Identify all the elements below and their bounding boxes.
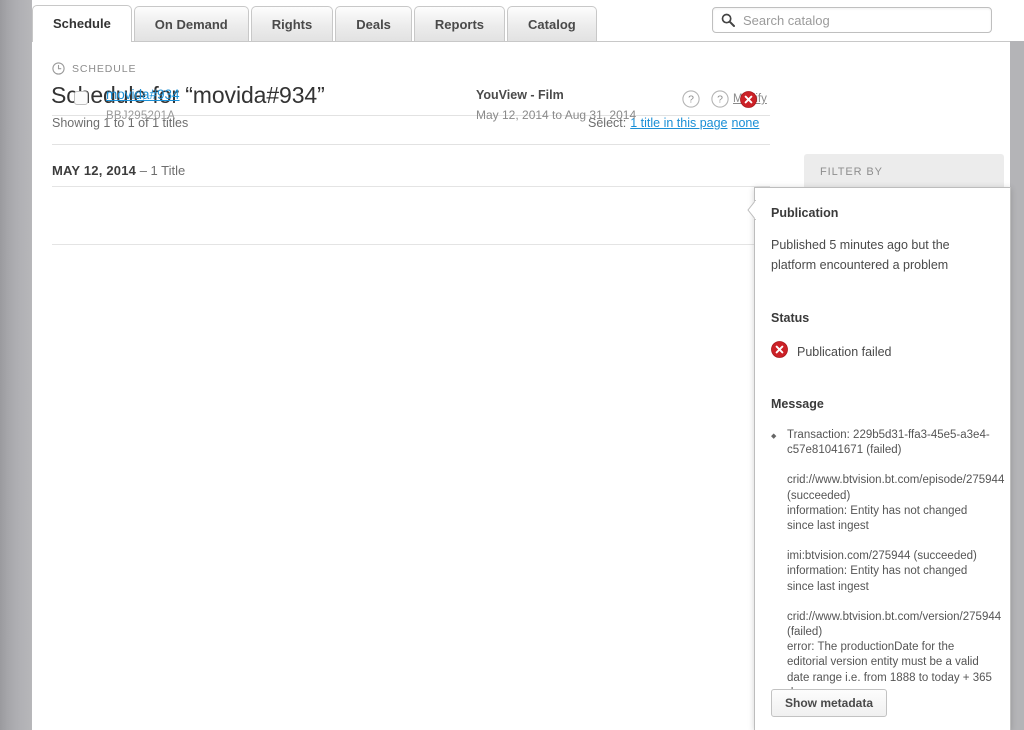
tab-reports[interactable]: Reports — [413, 6, 506, 41]
tab-schedule-label: Schedule — [53, 16, 111, 31]
list-top-divider — [52, 144, 770, 145]
tab-rights[interactable]: Rights — [250, 6, 334, 41]
breadcrumb-label: SCHEDULE — [72, 62, 137, 75]
list-item: Transaction: 229b5d31-ffa3-45e5-a3e4-c57… — [771, 428, 993, 458]
popover-arrow — [747, 199, 757, 221]
tab-catalog[interactable]: Catalog — [507, 6, 597, 41]
row-title-link[interactable]: movida#934 — [106, 87, 180, 102]
error-circle-icon[interactable] — [740, 90, 757, 108]
message-line: information: Entity has not changed sinc… — [787, 565, 968, 593]
date-group-date: MAY 12, 2014 — [52, 163, 137, 178]
search-box[interactable] — [712, 7, 992, 33]
svg-text:?: ? — [688, 94, 694, 106]
message-line: information: Entity has not changed sinc… — [787, 504, 968, 533]
error-circle-icon-status — [771, 341, 788, 363]
row-platform: YouView - Film — [476, 88, 564, 102]
tab-on-demand-label: On Demand — [154, 16, 228, 32]
row-divider-bottom — [52, 244, 770, 245]
popover-body-text: Published 5 minutes ago but the platform… — [771, 238, 950, 272]
publication-popover: Publication Published 5 minutes ago but … — [754, 187, 1011, 730]
help-circle-icon-2[interactable]: ? — [711, 90, 729, 108]
list-item: crid://www.btvision.bt.com/episode/27594… — [787, 473, 1005, 534]
row-select-checkbox[interactable] — [74, 91, 88, 105]
top-tab-bar: Schedule On Demand Rights Deals Reports … — [32, 0, 1024, 42]
select-all-in-page-link[interactable]: 1 title in this page — [630, 116, 727, 130]
row-identifier: BBJ295201A — [106, 110, 176, 122]
popover-message-heading: Message — [771, 397, 824, 411]
date-group-header: MAY 12, 2014 – 1 Title — [52, 163, 185, 178]
popover-content: Publication Published 5 minutes ago but … — [755, 188, 1010, 701]
date-group-count: – 1 Title — [139, 163, 186, 178]
select-none-link[interactable]: none — [732, 116, 760, 130]
popover-status-row: Publication failed — [771, 341, 993, 363]
show-metadata-button[interactable]: Show metadata — [771, 689, 888, 717]
status-badge: Publication failed — [797, 345, 892, 359]
table-row — [52, 187, 770, 244]
message-line: crid://www.btvision.bt.com/version/27594… — [787, 610, 1002, 639]
tab-on-demand[interactable]: On Demand — [133, 6, 249, 41]
search-icon — [721, 13, 735, 27]
tab-list: Schedule On Demand Rights Deals Reports … — [32, 5, 599, 42]
search-input[interactable] — [741, 9, 991, 31]
list-item: imi:btvision.com/275944 (succeeded) info… — [787, 549, 993, 595]
popover-message-list: Transaction: 229b5d31-ffa3-45e5-a3e4-c57… — [771, 428, 1005, 701]
clock-icon — [52, 62, 65, 75]
tab-catalog-label: Catalog — [528, 16, 576, 32]
list-item: crid://www.btvision.bt.com/version/27594… — [787, 610, 1002, 701]
tab-deals[interactable]: Deals — [335, 6, 412, 41]
help-circle-icon[interactable]: ? — [682, 90, 700, 108]
popover-heading: Publication — [771, 206, 839, 220]
row-status-icons: ? ? — [682, 90, 757, 108]
row-date-range: May 12, 2014 to Aug 31, 2014 — [476, 108, 637, 122]
search-container — [712, 7, 992, 33]
message-line: Transaction: 229b5d31-ffa3-45e5-a3e4-c57… — [787, 429, 990, 457]
svg-text:?: ? — [717, 94, 723, 106]
message-line: imi:btvision.com/275944 (succeeded) — [787, 550, 977, 563]
tab-deals-label: Deals — [356, 16, 391, 32]
popover-status-heading: Status — [771, 311, 810, 325]
left-gutter — [0, 0, 32, 730]
right-gutter — [1010, 0, 1024, 730]
tab-rights-label: Rights — [271, 16, 313, 32]
filter-panel-heading: FILTER BY — [820, 166, 883, 178]
message-line: crid://www.btvision.bt.com/episode/27594… — [787, 474, 1005, 502]
page-title: Schedule for “movida#934” — [51, 82, 325, 108]
tab-reports-label: Reports — [434, 16, 485, 32]
tab-schedule[interactable]: Schedule — [32, 5, 132, 42]
breadcrumb[interactable]: SCHEDULE — [52, 62, 136, 75]
